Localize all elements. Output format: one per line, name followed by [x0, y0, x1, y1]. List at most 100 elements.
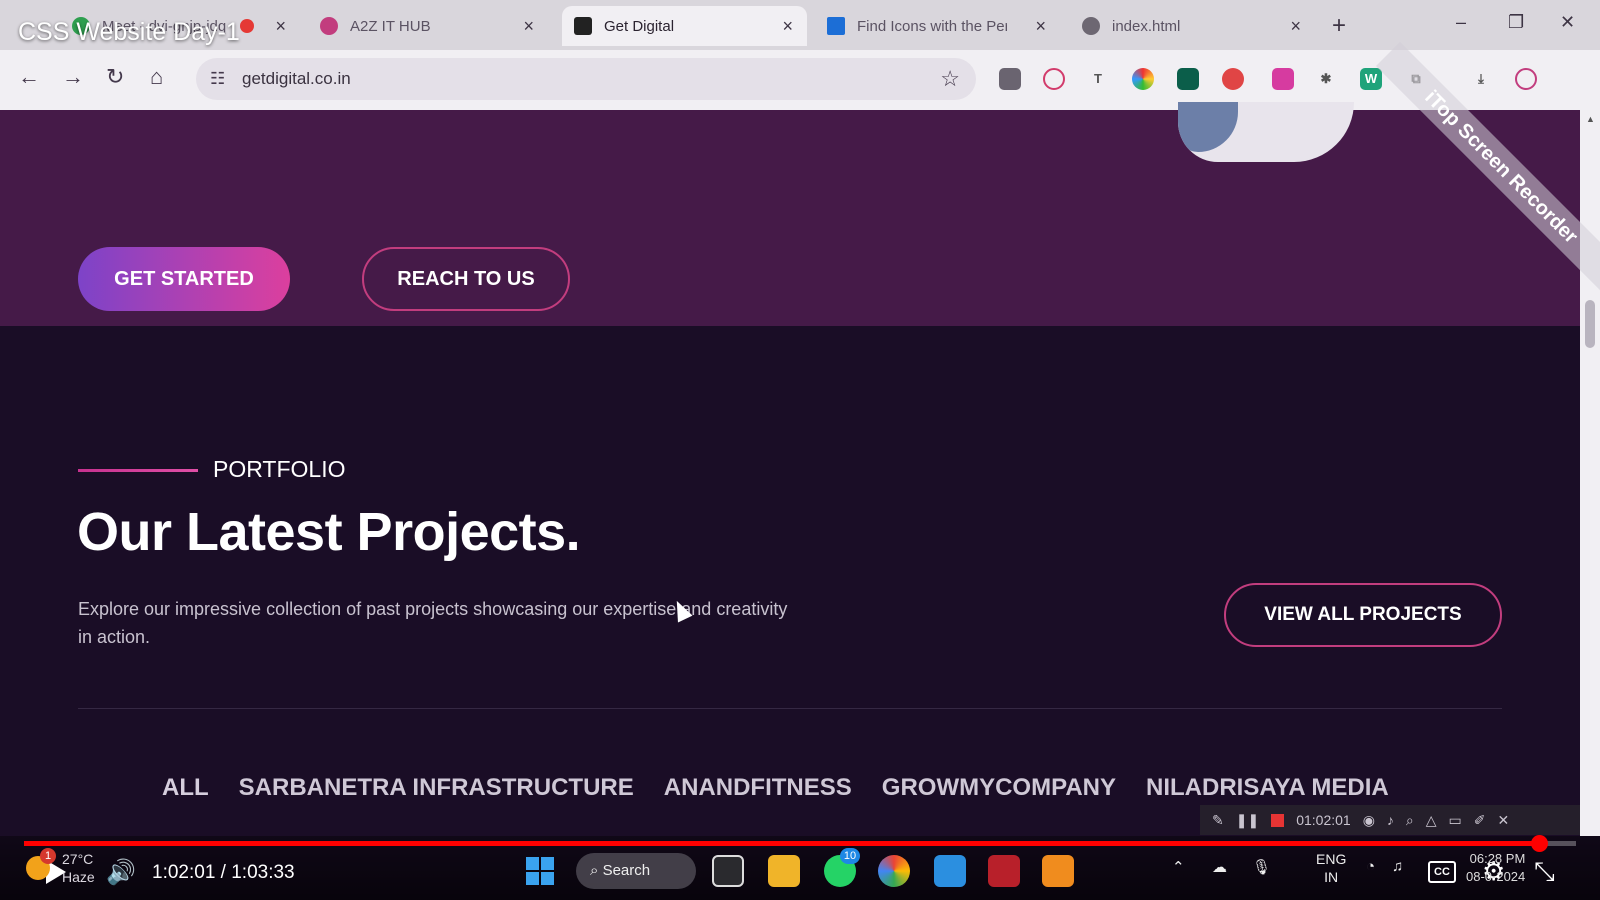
chat-icon[interactable]: ▭ [1449, 812, 1462, 829]
cloud-icon[interactable]: ☁ [1212, 858, 1227, 876]
clock-date: 08-0-2024 [1466, 869, 1526, 884]
tab-get-digital[interactable]: Get Digital × [562, 6, 807, 46]
weather-desc: Haze [62, 869, 95, 885]
volume-icon[interactable]: 🔊 [106, 858, 136, 887]
download-icon[interactable]: ⤓ [1470, 68, 1492, 90]
w-extension-icon[interactable]: W [1360, 68, 1382, 90]
profile-avatar-icon[interactable] [1515, 68, 1537, 90]
page-scrollbar[interactable]: ▲ [1580, 110, 1600, 836]
tab-label: index.html [1112, 17, 1181, 35]
video-player-controls: 🔊 1:02:01 / 1:03:33 CC ⚙ ⤡ [0, 835, 1600, 900]
shield-extension-icon[interactable] [999, 68, 1021, 90]
hero-section: GET STARTED REACH TO US [0, 102, 1580, 326]
restore-icon[interactable]: ❐ [1508, 12, 1524, 33]
progress-scrubber[interactable] [1530, 835, 1548, 852]
project-filter-tabs: ALL SARBANETRA INFRASTRUCTURE ANANDFITNE… [162, 774, 1389, 802]
close-icon[interactable]: × [782, 16, 793, 37]
get-digital-logo-icon [574, 17, 592, 35]
captions-icon[interactable]: CC [1428, 861, 1456, 883]
progress-bar[interactable] [24, 835, 1576, 852]
eyebrow-divider [78, 469, 198, 472]
scroll-up-icon[interactable]: ▲ [1586, 114, 1595, 124]
hero-image [1178, 102, 1354, 162]
view-all-projects-button[interactable]: VIEW ALL PROJECTS [1224, 583, 1502, 647]
text-extension-icon[interactable]: T [1087, 68, 1109, 90]
taskbar-search[interactable]: ⌕ Search [576, 853, 696, 889]
wifi-icon[interactable]: ◔ [1366, 858, 1375, 875]
scrollbar-thumb[interactable] [1585, 300, 1595, 348]
new-tab-button[interactable]: + [1332, 12, 1346, 40]
close-icon[interactable]: × [523, 16, 534, 37]
file-explorer-icon[interactable] [768, 855, 800, 887]
filter-all[interactable]: ALL [162, 774, 209, 802]
tray-chevron-icon[interactable]: ⌃ [1172, 858, 1185, 876]
pen-extension-icon[interactable] [1272, 68, 1294, 90]
zoom-icon[interactable]: ⌕ [1406, 812, 1414, 829]
bug-extension-icon[interactable]: ✱ [1315, 68, 1337, 90]
browser-toolbar: ← → ↻ ⌂ ☷ getdigital.co.in ☆ T ✱ W ⧉ ⤓ [0, 50, 1600, 110]
get-started-button[interactable]: GET STARTED [78, 247, 290, 311]
pen-icon[interactable]: ✎ [1212, 812, 1224, 829]
edit-icon[interactable]: ✐ [1474, 812, 1486, 829]
reach-to-us-button[interactable]: REACH TO US [362, 247, 570, 311]
progress-fill [24, 841, 1539, 846]
recorder-elapsed: 01:02:01 [1296, 812, 1351, 828]
whatsapp-badge: 10 [840, 848, 860, 864]
close-icon[interactable]: × [1290, 16, 1301, 37]
address-bar[interactable]: ☷ getdigital.co.in ☆ [196, 58, 976, 100]
filter-growmycompany[interactable]: GROWMYCOMPANY [882, 774, 1116, 802]
lang-bottom: IN [1324, 869, 1339, 885]
recorder-app-icon[interactable] [988, 855, 1020, 887]
reload-icon[interactable]: ↻ [106, 64, 124, 90]
language-indicator[interactable]: ENG IN [1316, 850, 1346, 886]
tab-label: A2Z IT HUB [350, 17, 431, 35]
video-title: CSS Website Day-1 [18, 18, 240, 46]
bookmark-star-icon[interactable]: ☆ [940, 66, 960, 92]
block-extension-icon[interactable] [1043, 68, 1065, 90]
weather-badge: 1 [40, 848, 56, 864]
stop-icon[interactable] [1271, 813, 1285, 827]
home-icon[interactable]: ⌂ [150, 64, 163, 90]
speaker-icon[interactable]: ♫ [1392, 858, 1403, 875]
close-icon[interactable]: ✕ [1498, 812, 1510, 829]
taskbar-clock[interactable]: 06:28 PM 08-0-2024 [1466, 850, 1525, 886]
bulk-extension-icon[interactable] [1177, 68, 1199, 90]
exit-fullscreen-icon[interactable]: ⤡ [1534, 856, 1555, 888]
section-divider [78, 708, 1502, 709]
font-awesome-flag-icon [827, 17, 845, 35]
chrome-icon[interactable] [878, 855, 910, 887]
back-icon[interactable]: ← [18, 64, 40, 90]
mic-icon[interactable]: ♪ [1387, 812, 1394, 828]
windows-start-icon[interactable] [526, 857, 554, 885]
tab-a2z[interactable]: A2Z IT HUB × [308, 6, 548, 46]
a2z-logo-icon [320, 17, 338, 35]
site-settings-icon[interactable]: ☷ [210, 69, 225, 89]
minimize-icon[interactable]: – [1456, 12, 1466, 33]
forward-icon[interactable]: → [62, 64, 84, 90]
filter-niladrisaya[interactable]: NILADRISAYA MEDIA [1146, 774, 1389, 802]
color-picker-extension-icon[interactable] [1132, 68, 1154, 90]
recorder-extension-icon[interactable] [1222, 68, 1244, 90]
microphone-icon[interactable]: 🎙 [1252, 858, 1271, 876]
camera-icon[interactable]: ◉ [1363, 812, 1375, 829]
tab-find-icons[interactable]: Find Icons with the Perfe × [815, 6, 1060, 46]
vscode-icon[interactable] [934, 855, 966, 887]
recording-dot-icon [240, 19, 254, 33]
sublime-text-icon[interactable] [1042, 855, 1074, 887]
close-window-icon[interactable]: ✕ [1560, 12, 1575, 33]
portfolio-heading: Our Latest Projects. [77, 502, 581, 562]
filter-anandfitness[interactable]: ANANDFITNESS [664, 774, 852, 802]
weather-widget[interactable]: 27°C Haze [62, 850, 95, 886]
close-icon[interactable]: × [1035, 16, 1046, 37]
filter-sarbanetra[interactable]: SARBANETRA INFRASTRUCTURE [239, 774, 634, 802]
portfolio-eyebrow: PORTFOLIO [213, 456, 346, 482]
recorder-toolbar: ✎ ❚❚ 01:02:01 ◉ ♪ ⌕ △ ▭ ✐ ✕ [1200, 805, 1580, 835]
tab-index-html[interactable]: index.html × [1070, 6, 1315, 46]
task-view-icon[interactable] [712, 855, 744, 887]
pause-icon[interactable]: ❚❚ [1236, 812, 1259, 829]
close-icon[interactable]: × [275, 16, 286, 37]
portfolio-description: Explore our impressive collection of pas… [78, 599, 788, 647]
bell-icon[interactable]: △ [1426, 812, 1437, 829]
time-display: 1:02:01 / 1:03:33 [152, 862, 295, 883]
portfolio-section: PORTFOLIO Our Latest Projects. Explore o… [0, 326, 1580, 836]
